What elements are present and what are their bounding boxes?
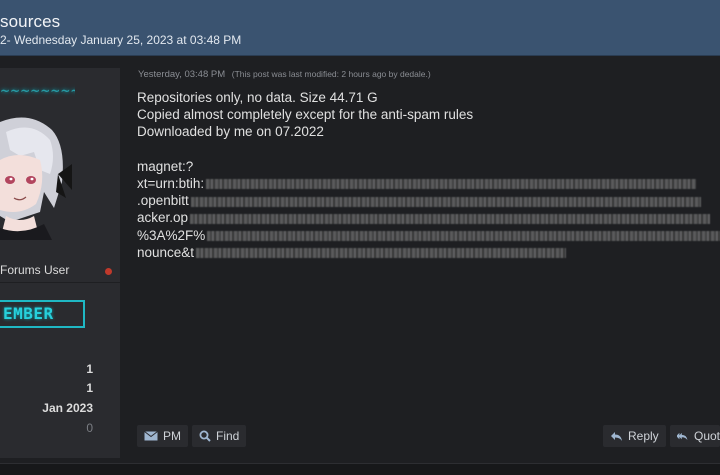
stat-reputation[interactable]: 0 bbox=[86, 421, 93, 435]
obscured-text bbox=[207, 230, 720, 241]
author-username[interactable]: ~~~~~~~~~~~ bbox=[0, 84, 75, 96]
reply-arrow-icon bbox=[611, 431, 622, 441]
sidebar-divider bbox=[0, 282, 120, 283]
magnet-line: magnet:? bbox=[137, 158, 720, 175]
thread-subtitle: 2- Wednesday January 25, 2023 at 03:48 P… bbox=[0, 33, 242, 47]
quote-label: Quot bbox=[693, 429, 720, 443]
magnet-line: %3A%2F% bbox=[137, 227, 720, 244]
member-rank-badge: EMBER bbox=[0, 300, 85, 328]
offline-status-icon bbox=[105, 268, 112, 275]
envelope-icon bbox=[144, 431, 158, 441]
find-label: Find bbox=[216, 429, 240, 443]
reply-button[interactable]: Reply bbox=[603, 425, 666, 447]
thread-header: sources 2- Wednesday January 25, 2023 at… bbox=[0, 0, 720, 56]
quote-button[interactable]: Quot bbox=[670, 425, 720, 447]
obscured-text bbox=[190, 196, 701, 207]
magnet-text: acker.op bbox=[137, 210, 189, 226]
obscured-text bbox=[206, 179, 697, 190]
magnet-text: nounce&t bbox=[137, 244, 195, 260]
post-edited-note: (This post was last modified: 2 hours ag… bbox=[231, 69, 431, 79]
pm-label: PM bbox=[163, 429, 181, 443]
post-line: Copied almost completely except for the … bbox=[137, 107, 474, 123]
magnet-text: magnet:? bbox=[137, 158, 194, 174]
obscured-text bbox=[190, 213, 711, 224]
post-author-sidebar: ~~~~~~~~~~~ Forums User EMBER 1 1 bbox=[0, 68, 120, 458]
quote-reply-icon bbox=[677, 432, 688, 440]
search-icon bbox=[199, 430, 211, 442]
magnet-text: xt=urn:btih: bbox=[137, 175, 205, 191]
author-user-title: Forums User bbox=[0, 263, 70, 277]
magnet-text: %3A%2F% bbox=[137, 227, 206, 243]
find-button[interactable]: Find bbox=[192, 425, 247, 447]
magnet-line: nounce&t bbox=[137, 244, 720, 261]
magnet-text: .openbitt bbox=[137, 193, 189, 209]
thread-title: sources bbox=[0, 12, 61, 31]
post-line: Downloaded by me on 07.2022 bbox=[137, 124, 324, 140]
reply-label: Reply bbox=[628, 429, 659, 443]
magnet-line: .openbitt bbox=[137, 192, 720, 209]
stat-joined: Jan 2023 bbox=[42, 401, 93, 415]
footer-strip bbox=[0, 463, 720, 475]
pm-button[interactable]: PM bbox=[137, 425, 188, 447]
magnet-line: xt=urn:btih: bbox=[137, 175, 720, 192]
magnet-line: acker.op bbox=[137, 209, 720, 226]
obscured-text bbox=[196, 248, 567, 259]
post-meta: Yesterday, 03:48 PM (This post was last … bbox=[138, 69, 431, 80]
post-line: Repositories only, no data. Size 44.71 G bbox=[137, 90, 378, 105]
author-avatar[interactable] bbox=[0, 112, 72, 240]
post-spacer bbox=[137, 141, 720, 158]
post-timestamp[interactable]: Yesterday, 03:48 PM bbox=[138, 69, 225, 80]
stat-threads[interactable]: 1 bbox=[86, 381, 93, 395]
post-body: Repositories only, no data. Size 44.71 G… bbox=[137, 89, 720, 261]
stat-posts[interactable]: 1 bbox=[86, 362, 93, 376]
